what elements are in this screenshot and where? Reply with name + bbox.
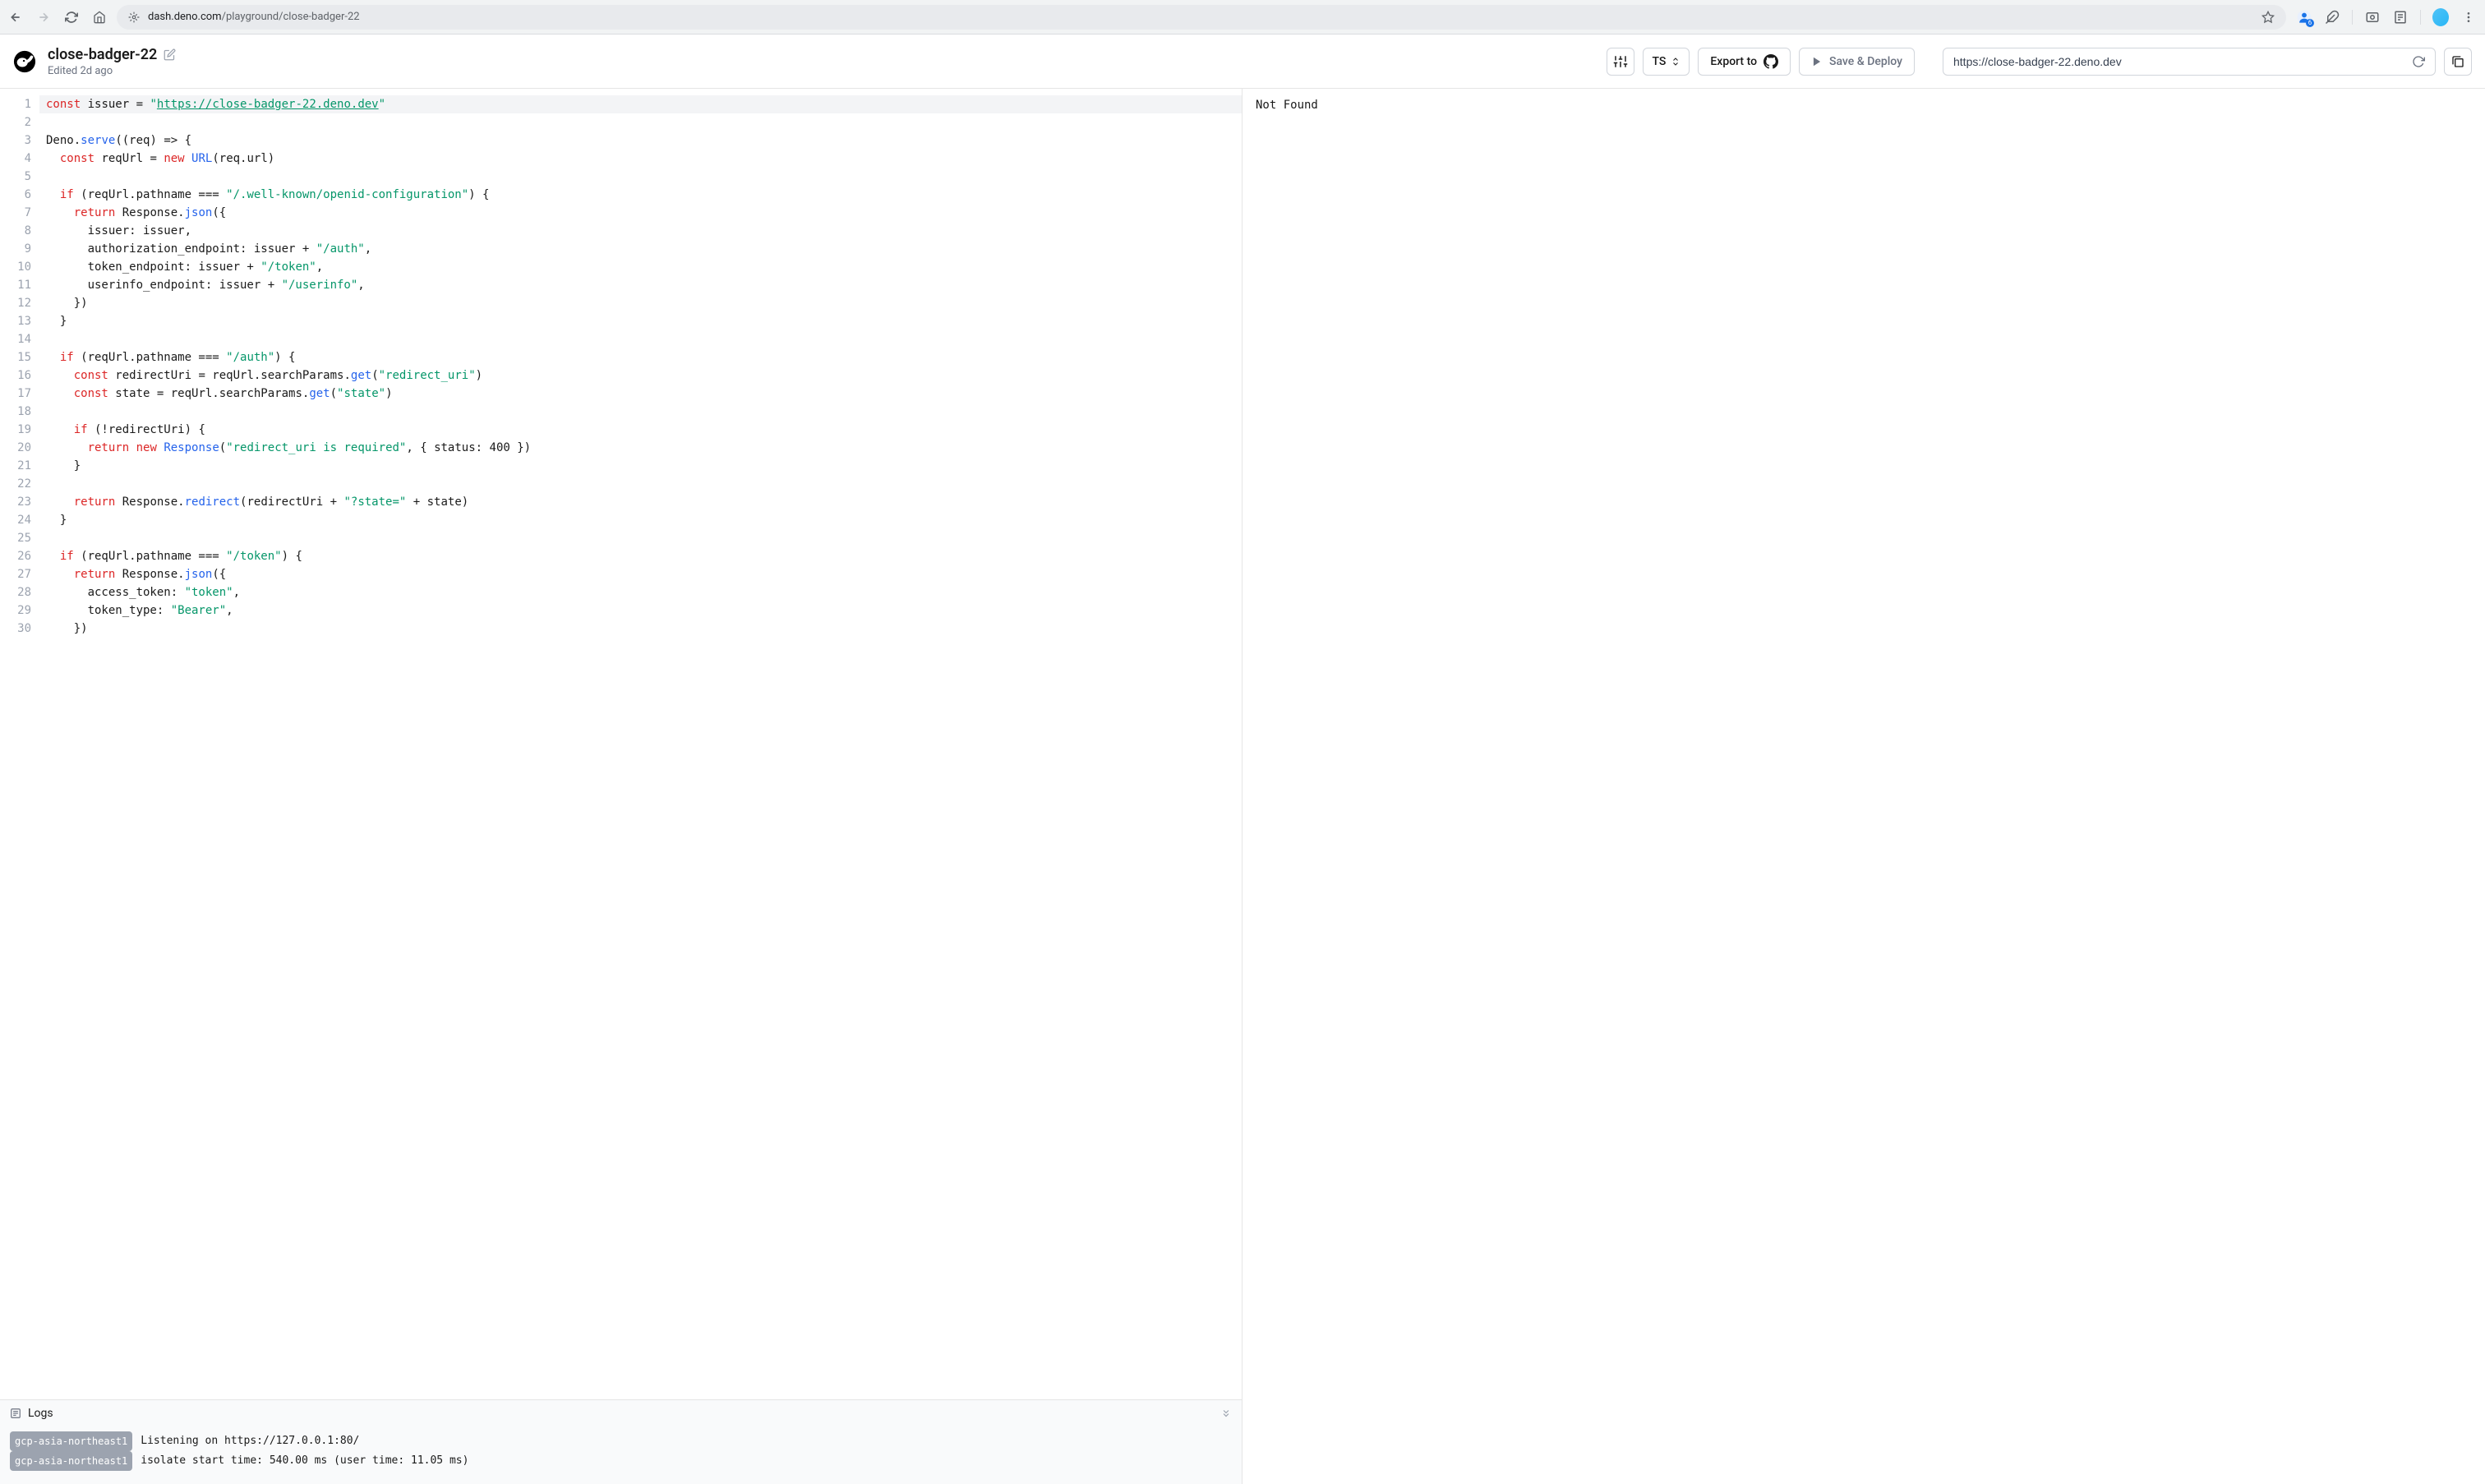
lens-icon[interactable]	[2364, 9, 2381, 25]
preview-content: Not Found	[1256, 99, 1318, 112]
code-line[interactable]: authorization_endpoint: issuer + "/auth"…	[39, 240, 1242, 258]
code-line[interactable]: if (reqUrl.pathname === "/auth") {	[39, 348, 1242, 366]
settings-button[interactable]	[1607, 48, 1634, 76]
code-line[interactable]	[39, 113, 1242, 131]
code-line[interactable]	[39, 403, 1242, 421]
logs-collapse-icon[interactable]	[1220, 1408, 1232, 1419]
preview-bar	[1943, 48, 2472, 76]
avatar-icon[interactable]	[2432, 9, 2449, 25]
code-line[interactable]	[39, 168, 1242, 186]
browser-nav	[8, 10, 107, 25]
preview-reload-icon[interactable]	[2412, 55, 2425, 68]
code-editor[interactable]: 1234567891011121314151617181920212223242…	[0, 89, 1242, 1399]
code-line[interactable]	[39, 475, 1242, 493]
deploy-label: Save & Deploy	[1829, 55, 1902, 68]
profile-badge: 6	[2306, 19, 2314, 27]
log-region: gcp-asia-northeast1	[10, 1431, 132, 1451]
profile-icon[interactable]: 6	[2296, 9, 2312, 25]
log-line: gcp-asia-northeast1 Listening on https://…	[10, 1431, 1232, 1451]
log-region: gcp-asia-northeast1	[10, 1451, 132, 1471]
logs-body: gcp-asia-northeast1 Listening on https://…	[0, 1426, 1242, 1484]
preview-pane: Not Found	[1242, 89, 2485, 1484]
url-bar[interactable]: dash.deno.com/playground/close-badger-22	[117, 5, 2286, 30]
project-name: close-badger-22	[48, 46, 157, 63]
logs-icon	[10, 1408, 21, 1419]
app-header: close-badger-22 Edited 2d ago TS Export …	[0, 35, 2485, 89]
logs-title: Logs	[28, 1407, 53, 1420]
code-line[interactable]: const redirectUri = reqUrl.searchParams.…	[39, 366, 1242, 385]
reload-button[interactable]	[64, 10, 79, 25]
code-line[interactable]: access_token: "token",	[39, 583, 1242, 601]
log-line: gcp-asia-northeast1 isolate start time: 5…	[10, 1451, 1232, 1471]
project-edited: Edited 2d ago	[48, 65, 176, 77]
code-line[interactable]: })	[39, 620, 1242, 638]
export-label: Export to	[1710, 55, 1757, 68]
back-button[interactable]	[8, 10, 23, 25]
code-line[interactable]: return Response.json({	[39, 204, 1242, 222]
code-line[interactable]: issuer: issuer,	[39, 222, 1242, 240]
editor-pane: 1234567891011121314151617181920212223242…	[0, 89, 1242, 1484]
main-area: 1234567891011121314151617181920212223242…	[0, 89, 2485, 1484]
line-gutter: 1234567891011121314151617181920212223242…	[0, 89, 39, 1399]
open-external-button[interactable]	[2444, 48, 2472, 76]
browser-chrome: dash.deno.com/playground/close-badger-22…	[0, 0, 2485, 35]
preview-url-input[interactable]	[1943, 48, 2436, 76]
deno-logo[interactable]	[13, 50, 36, 73]
url-text: dash.deno.com/playground/close-badger-22	[148, 11, 2253, 23]
preview-url-field[interactable]	[1953, 55, 2412, 68]
menu-icon[interactable]	[2460, 9, 2477, 25]
deploy-button[interactable]: Save & Deploy	[1799, 48, 1915, 76]
code-line[interactable]: token_endpoint: issuer + "/token",	[39, 258, 1242, 276]
extensions-icon[interactable]	[2324, 9, 2340, 25]
code-lines[interactable]: const issuer = "https://close-badger-22.…	[39, 89, 1242, 1399]
code-line[interactable]: Deno.serve((req) => {	[39, 131, 1242, 150]
site-info-icon[interactable]	[128, 12, 140, 23]
reading-list-icon[interactable]	[2392, 9, 2409, 25]
code-line[interactable]: token_type: "Bearer",	[39, 601, 1242, 620]
code-line[interactable]: return new Response("redirect_uri is req…	[39, 439, 1242, 457]
code-line[interactable]: const state = reqUrl.searchParams.get("s…	[39, 385, 1242, 403]
logs-panel: Logs gcp-asia-northeast1 Listening on htt…	[0, 1399, 1242, 1484]
code-line[interactable]: if (!redirectUri) {	[39, 421, 1242, 439]
language-label: TS	[1652, 55, 1666, 68]
chevron-updown-icon	[1671, 57, 1680, 67]
home-button[interactable]	[92, 10, 107, 25]
code-line[interactable]: }	[39, 312, 1242, 330]
code-line[interactable]: userinfo_endpoint: issuer + "/userinfo",	[39, 276, 1242, 294]
code-line[interactable]	[39, 330, 1242, 348]
code-line[interactable]: }	[39, 457, 1242, 475]
export-button[interactable]: Export to	[1698, 48, 1791, 76]
code-line[interactable]	[39, 529, 1242, 547]
language-select[interactable]: TS	[1643, 48, 1690, 76]
chrome-icons: 6	[2296, 9, 2477, 25]
code-line[interactable]: return Response.json({	[39, 565, 1242, 583]
code-line[interactable]: if (reqUrl.pathname === "/token") {	[39, 547, 1242, 565]
project-info: close-badger-22 Edited 2d ago	[48, 46, 176, 77]
edit-icon[interactable]	[164, 48, 176, 61]
code-line[interactable]: if (reqUrl.pathname === "/.well-known/op…	[39, 186, 1242, 204]
logs-header[interactable]: Logs	[0, 1400, 1242, 1426]
forward-button[interactable]	[36, 10, 51, 25]
code-line[interactable]: const issuer = "https://close-badger-22.…	[39, 95, 1242, 113]
bookmark-icon[interactable]	[2261, 11, 2275, 24]
code-line[interactable]: return Response.redirect(redirectUri + "…	[39, 493, 1242, 511]
play-icon	[1811, 56, 1823, 67]
divider	[2420, 10, 2421, 25]
code-line[interactable]: }	[39, 511, 1242, 529]
header-actions: TS Export to Save & Deploy	[1607, 48, 1915, 76]
divider	[2352, 10, 2353, 25]
code-line[interactable]: })	[39, 294, 1242, 312]
code-line[interactable]: const reqUrl = new URL(req.url)	[39, 150, 1242, 168]
log-message: isolate start time: 540.00 ms (user time…	[141, 1452, 468, 1470]
github-icon	[1763, 54, 1778, 69]
log-message: Listening on https://127.0.0.1:80/	[141, 1432, 359, 1450]
